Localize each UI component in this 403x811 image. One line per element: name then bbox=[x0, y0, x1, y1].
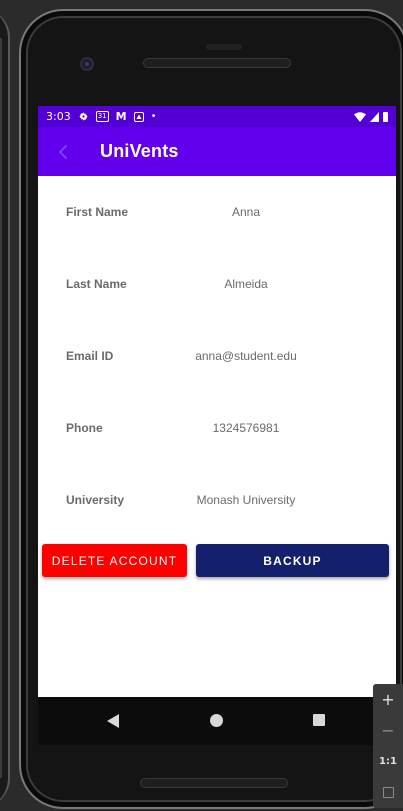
nav-home-icon[interactable] bbox=[210, 714, 223, 727]
dot-icon: • bbox=[150, 110, 157, 122]
app-title: UniVents bbox=[100, 141, 179, 161]
actual-size-button[interactable]: 1:1 bbox=[373, 746, 403, 777]
field-value: Almeida bbox=[224, 277, 268, 291]
field-label: University bbox=[66, 493, 125, 507]
field-email: Email ID anna@student.edu bbox=[38, 346, 396, 366]
field-university: University Monash University bbox=[38, 490, 396, 510]
device-screen: 3:03 31 M • UniVents First Name Anna Las… bbox=[38, 106, 396, 697]
gear-icon bbox=[79, 112, 88, 121]
emulator-zoom-controls: + − 1:1 bbox=[373, 684, 403, 808]
status-time: 3:03 bbox=[46, 110, 71, 123]
calendar-icon: 31 bbox=[95, 111, 109, 122]
signal-icon bbox=[370, 111, 379, 122]
field-value: Monash University bbox=[196, 493, 296, 507]
top-sensor bbox=[206, 44, 242, 50]
field-last-name: Last Name Almeida bbox=[38, 274, 396, 294]
field-value: anna@student.edu bbox=[195, 349, 297, 363]
front-camera-icon bbox=[80, 57, 94, 71]
nav-recents-icon[interactable] bbox=[313, 714, 325, 726]
earpiece-speaker bbox=[143, 58, 291, 68]
zoom-fit-button[interactable] bbox=[373, 777, 403, 808]
app-bar: UniVents bbox=[38, 127, 396, 176]
backup-button[interactable]: BACKUP bbox=[196, 544, 389, 577]
field-value: Anna bbox=[231, 205, 261, 219]
zoom-out-button[interactable]: − bbox=[373, 715, 403, 746]
field-label: Phone bbox=[66, 421, 103, 435]
battery-icon bbox=[383, 111, 388, 122]
notification-icon bbox=[133, 111, 144, 122]
nav-back-icon[interactable] bbox=[106, 713, 120, 729]
bottom-speaker bbox=[140, 778, 288, 788]
field-label: First Name bbox=[66, 205, 129, 219]
field-value: 1324576981 bbox=[212, 421, 280, 435]
adjacent-device-edge bbox=[0, 8, 10, 808]
back-arrow-icon[interactable] bbox=[54, 142, 74, 162]
emulator-stage: 3:03 31 M • UniVents First Name Anna Las… bbox=[0, 0, 403, 811]
field-phone: Phone 1324576981 bbox=[38, 418, 396, 438]
delete-account-button[interactable]: DELETE ACCOUNT bbox=[42, 544, 187, 577]
wifi-icon bbox=[354, 111, 366, 122]
zoom-in-button[interactable]: + bbox=[373, 684, 403, 715]
zoom-fit-icon bbox=[382, 787, 394, 798]
field-label: Last Name bbox=[66, 277, 127, 291]
navigation-bar bbox=[38, 697, 396, 745]
status-bar: 3:03 31 M • bbox=[38, 106, 396, 127]
field-label: Email ID bbox=[66, 349, 114, 363]
field-first-name: First Name Anna bbox=[38, 202, 396, 222]
gmail-icon: M bbox=[115, 110, 127, 123]
